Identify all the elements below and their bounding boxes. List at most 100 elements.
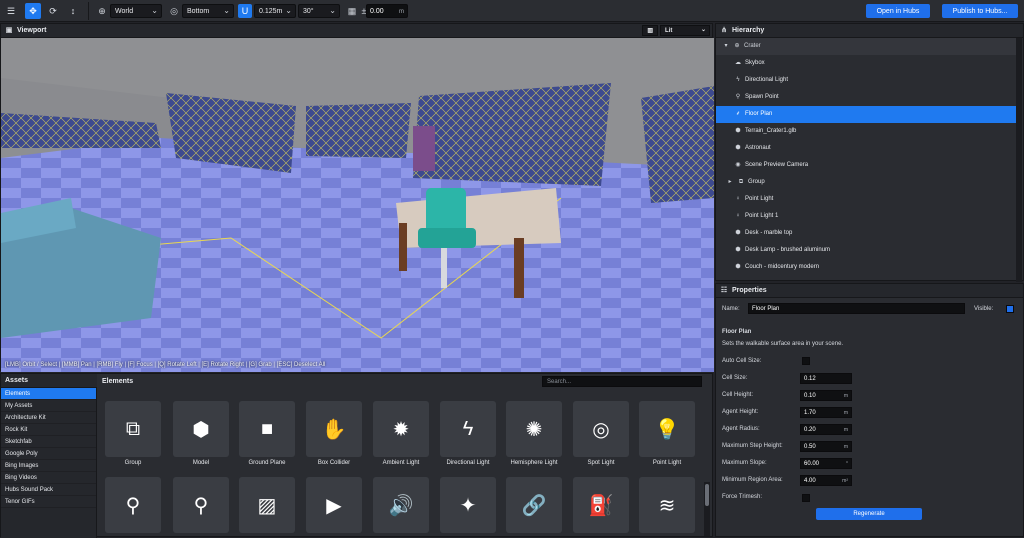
hierarchy-item-desk-lamp[interactable]: ⬢ Desk Lamp - brushed aluminum bbox=[716, 242, 1021, 259]
hierarchy-item-skybox[interactable]: ☁ Skybox bbox=[716, 55, 1021, 72]
regenerate-button[interactable]: Regenerate bbox=[816, 508, 922, 520]
cell-size-input[interactable]: 0.12 bbox=[800, 373, 852, 384]
element-tile-point-light[interactable]: 💡 bbox=[639, 401, 695, 457]
elements-scrollbar[interactable] bbox=[704, 482, 710, 536]
asset-category-tenor-gifs[interactable]: Tenor GIFs bbox=[1, 496, 96, 508]
hierarchy-item-point-light[interactable]: ♀ Point Light bbox=[716, 191, 1021, 208]
element-tile-particle[interactable]: ✦ bbox=[440, 477, 496, 533]
scene-canvas[interactable]: [LMB] Orbit / Select | [MMB] Pan | [RMB]… bbox=[1, 38, 714, 372]
video-icon: ▶ bbox=[326, 494, 342, 517]
hierarchy-item-directional-light[interactable]: ϟ Directional Light bbox=[716, 72, 1021, 89]
asset-category-bing-videos[interactable]: Bing Videos bbox=[1, 472, 96, 484]
max-step-height-label: Maximum Step Height: bbox=[722, 443, 783, 449]
visible-checkbox[interactable] bbox=[1006, 305, 1014, 313]
rotate-tool-icon[interactable]: ⟳ bbox=[45, 3, 61, 19]
hierarchy-item-spawn-point[interactable]: ⚲ Spawn Point bbox=[716, 89, 1021, 106]
element-tile-model[interactable]: ⬢ bbox=[173, 401, 229, 457]
space-select[interactable]: World ⌄ bbox=[110, 4, 162, 18]
element-tile-spray[interactable]: ⛽ bbox=[573, 477, 629, 533]
hierarchy-item-label: Desk Lamp - brushed aluminum bbox=[745, 247, 831, 253]
hierarchy-item-scene-preview-camera[interactable]: ◉ Scene Preview Camera bbox=[716, 157, 1021, 174]
min-region-area-input[interactable]: 4.00 m² bbox=[800, 475, 852, 486]
element-tile-link[interactable]: 🔗 bbox=[506, 477, 562, 533]
element-tile-directional-light[interactable]: ϟ bbox=[440, 401, 496, 457]
scale-tool-icon[interactable]: ↕ bbox=[65, 3, 81, 19]
element-tile-hemisphere-light[interactable]: ✺ bbox=[506, 401, 562, 457]
asset-category-elements[interactable]: Elements bbox=[1, 388, 96, 400]
asset-category-sketchfab[interactable]: Sketchfab bbox=[1, 436, 96, 448]
grid-height-unit: m bbox=[399, 9, 404, 15]
viewport-title: Viewport bbox=[17, 27, 47, 34]
name-input[interactable]: Floor Plan bbox=[748, 303, 965, 314]
hierarchy-item-astronaut[interactable]: ⬢ Astronaut bbox=[716, 140, 1021, 157]
render-mode-select[interactable]: Lit ⌄ bbox=[660, 25, 710, 36]
move-tool-icon[interactable]: ✥ bbox=[25, 3, 41, 19]
hierarchy-scrollbar[interactable] bbox=[1016, 38, 1022, 282]
element-tile-box-collider[interactable]: ✋ bbox=[306, 401, 362, 457]
hierarchy-item-floor-plan[interactable]: ⸙ Floor Plan bbox=[716, 106, 1021, 123]
cell-height-label: Cell Height: bbox=[722, 392, 754, 398]
asset-category-hubs-sound-pack[interactable]: Hubs Sound Pack bbox=[1, 484, 96, 496]
cubes-icon: ⧉ bbox=[125, 417, 141, 440]
element-tile-video[interactable]: ▶ bbox=[306, 477, 362, 533]
hierarchy-item-couch[interactable]: ⬢ Couch - midcentury modern bbox=[716, 259, 1021, 276]
hierarchy-item-terrain[interactable]: ⬢ Terrain_Crater1.glb bbox=[716, 123, 1021, 140]
link-icon: 🔗 bbox=[521, 494, 547, 517]
hierarchy-item-label: Directional Light bbox=[745, 77, 789, 83]
scroll-thumb[interactable] bbox=[705, 484, 709, 506]
element-tile-ground-plane[interactable]: ■ bbox=[239, 401, 295, 457]
spawn-point-icon: ⚲ bbox=[125, 494, 141, 517]
cube-icon: ⬢ bbox=[735, 247, 741, 253]
asset-category-architecture-kit[interactable]: Architecture Kit bbox=[1, 412, 96, 424]
menu-icon[interactable]: ☰ bbox=[3, 3, 19, 19]
agent-radius-value: 0.20 bbox=[804, 427, 816, 433]
grid-height-input[interactable]: 0.00 m bbox=[366, 4, 408, 18]
cube-icon: ⬢ bbox=[735, 128, 741, 134]
publish-button[interactable]: Publish to Hubs... bbox=[942, 4, 1018, 18]
hierarchy-item-crater[interactable]: ▾ ⊕ Crater bbox=[716, 38, 1021, 55]
snap-toggle-icon[interactable]: U bbox=[238, 4, 252, 18]
element-tile-spawn-point[interactable]: ⚲ bbox=[105, 477, 161, 533]
translate-snap-select[interactable]: 0.125m ⌄ bbox=[254, 4, 296, 18]
cube-icon: ⬢ bbox=[735, 230, 741, 236]
element-tile-spot-light[interactable]: ◎ bbox=[573, 401, 629, 457]
element-tile-group[interactable]: ⧉ bbox=[105, 401, 161, 457]
cell-height-input[interactable]: 0.10 m bbox=[800, 390, 852, 401]
force-trimesh-checkbox[interactable] bbox=[802, 494, 810, 502]
scene-render[interactable] bbox=[1, 38, 714, 372]
chevron-right-icon[interactable]: ▸ bbox=[726, 174, 734, 191]
hierarchy-item-desk[interactable]: ⬢ Desk - marble top bbox=[716, 225, 1021, 242]
properties-header: ☷ Properties bbox=[716, 284, 1023, 298]
cube-icon: ⬢ bbox=[735, 145, 741, 151]
element-tile-image[interactable]: ▨ bbox=[239, 477, 295, 533]
stats-toggle-icon[interactable]: ▥ bbox=[642, 25, 658, 36]
chevron-down-icon: ⌄ bbox=[151, 6, 158, 15]
assets-title: Assets bbox=[5, 377, 28, 384]
asset-category-google-poly[interactable]: Google Poly bbox=[1, 448, 96, 460]
pivot-select[interactable]: Bottom ⌄ bbox=[182, 4, 234, 18]
max-step-height-input[interactable]: 0.50 m bbox=[800, 441, 852, 452]
asset-category-rock-kit[interactable]: Rock Kit bbox=[1, 424, 96, 436]
element-tile-audio[interactable]: 🔊 bbox=[373, 477, 429, 533]
agent-radius-input[interactable]: 0.20 m bbox=[800, 424, 852, 435]
name-label: Name: bbox=[722, 306, 740, 312]
chevron-down-icon[interactable]: ▾ bbox=[722, 38, 730, 55]
rotate-snap-select[interactable]: 30° ⌄ bbox=[298, 4, 340, 18]
max-slope-input[interactable]: 60.00 ° bbox=[800, 458, 852, 469]
elements-search-input[interactable]: Search... bbox=[542, 376, 702, 387]
element-tile-waypoint[interactable]: ⚲ bbox=[173, 477, 229, 533]
auto-cell-size-checkbox[interactable] bbox=[802, 357, 810, 365]
element-label: Ground Plane bbox=[248, 460, 286, 466]
street-view-icon: ⚲ bbox=[735, 94, 741, 100]
hierarchy-item-group[interactable]: ▸ ⧉ Group bbox=[716, 174, 1021, 191]
spray-can-icon: ⛽ bbox=[588, 494, 614, 517]
agent-radius-label: Agent Radius: bbox=[722, 426, 760, 432]
asset-category-my-assets[interactable]: My Assets bbox=[1, 400, 96, 412]
hierarchy-item-point-light-1[interactable]: ♀ Point Light 1 bbox=[716, 208, 1021, 225]
agent-height-input[interactable]: 1.70 m bbox=[800, 407, 852, 418]
element-tile-ambient-light[interactable]: ✹ bbox=[373, 401, 429, 457]
asset-category-bing-images[interactable]: Bing Images bbox=[1, 460, 96, 472]
sliders-icon: ☷ bbox=[720, 286, 728, 294]
element-tile-water[interactable]: ≋ bbox=[639, 477, 695, 533]
open-in-hubs-button[interactable]: Open in Hubs bbox=[866, 4, 930, 18]
